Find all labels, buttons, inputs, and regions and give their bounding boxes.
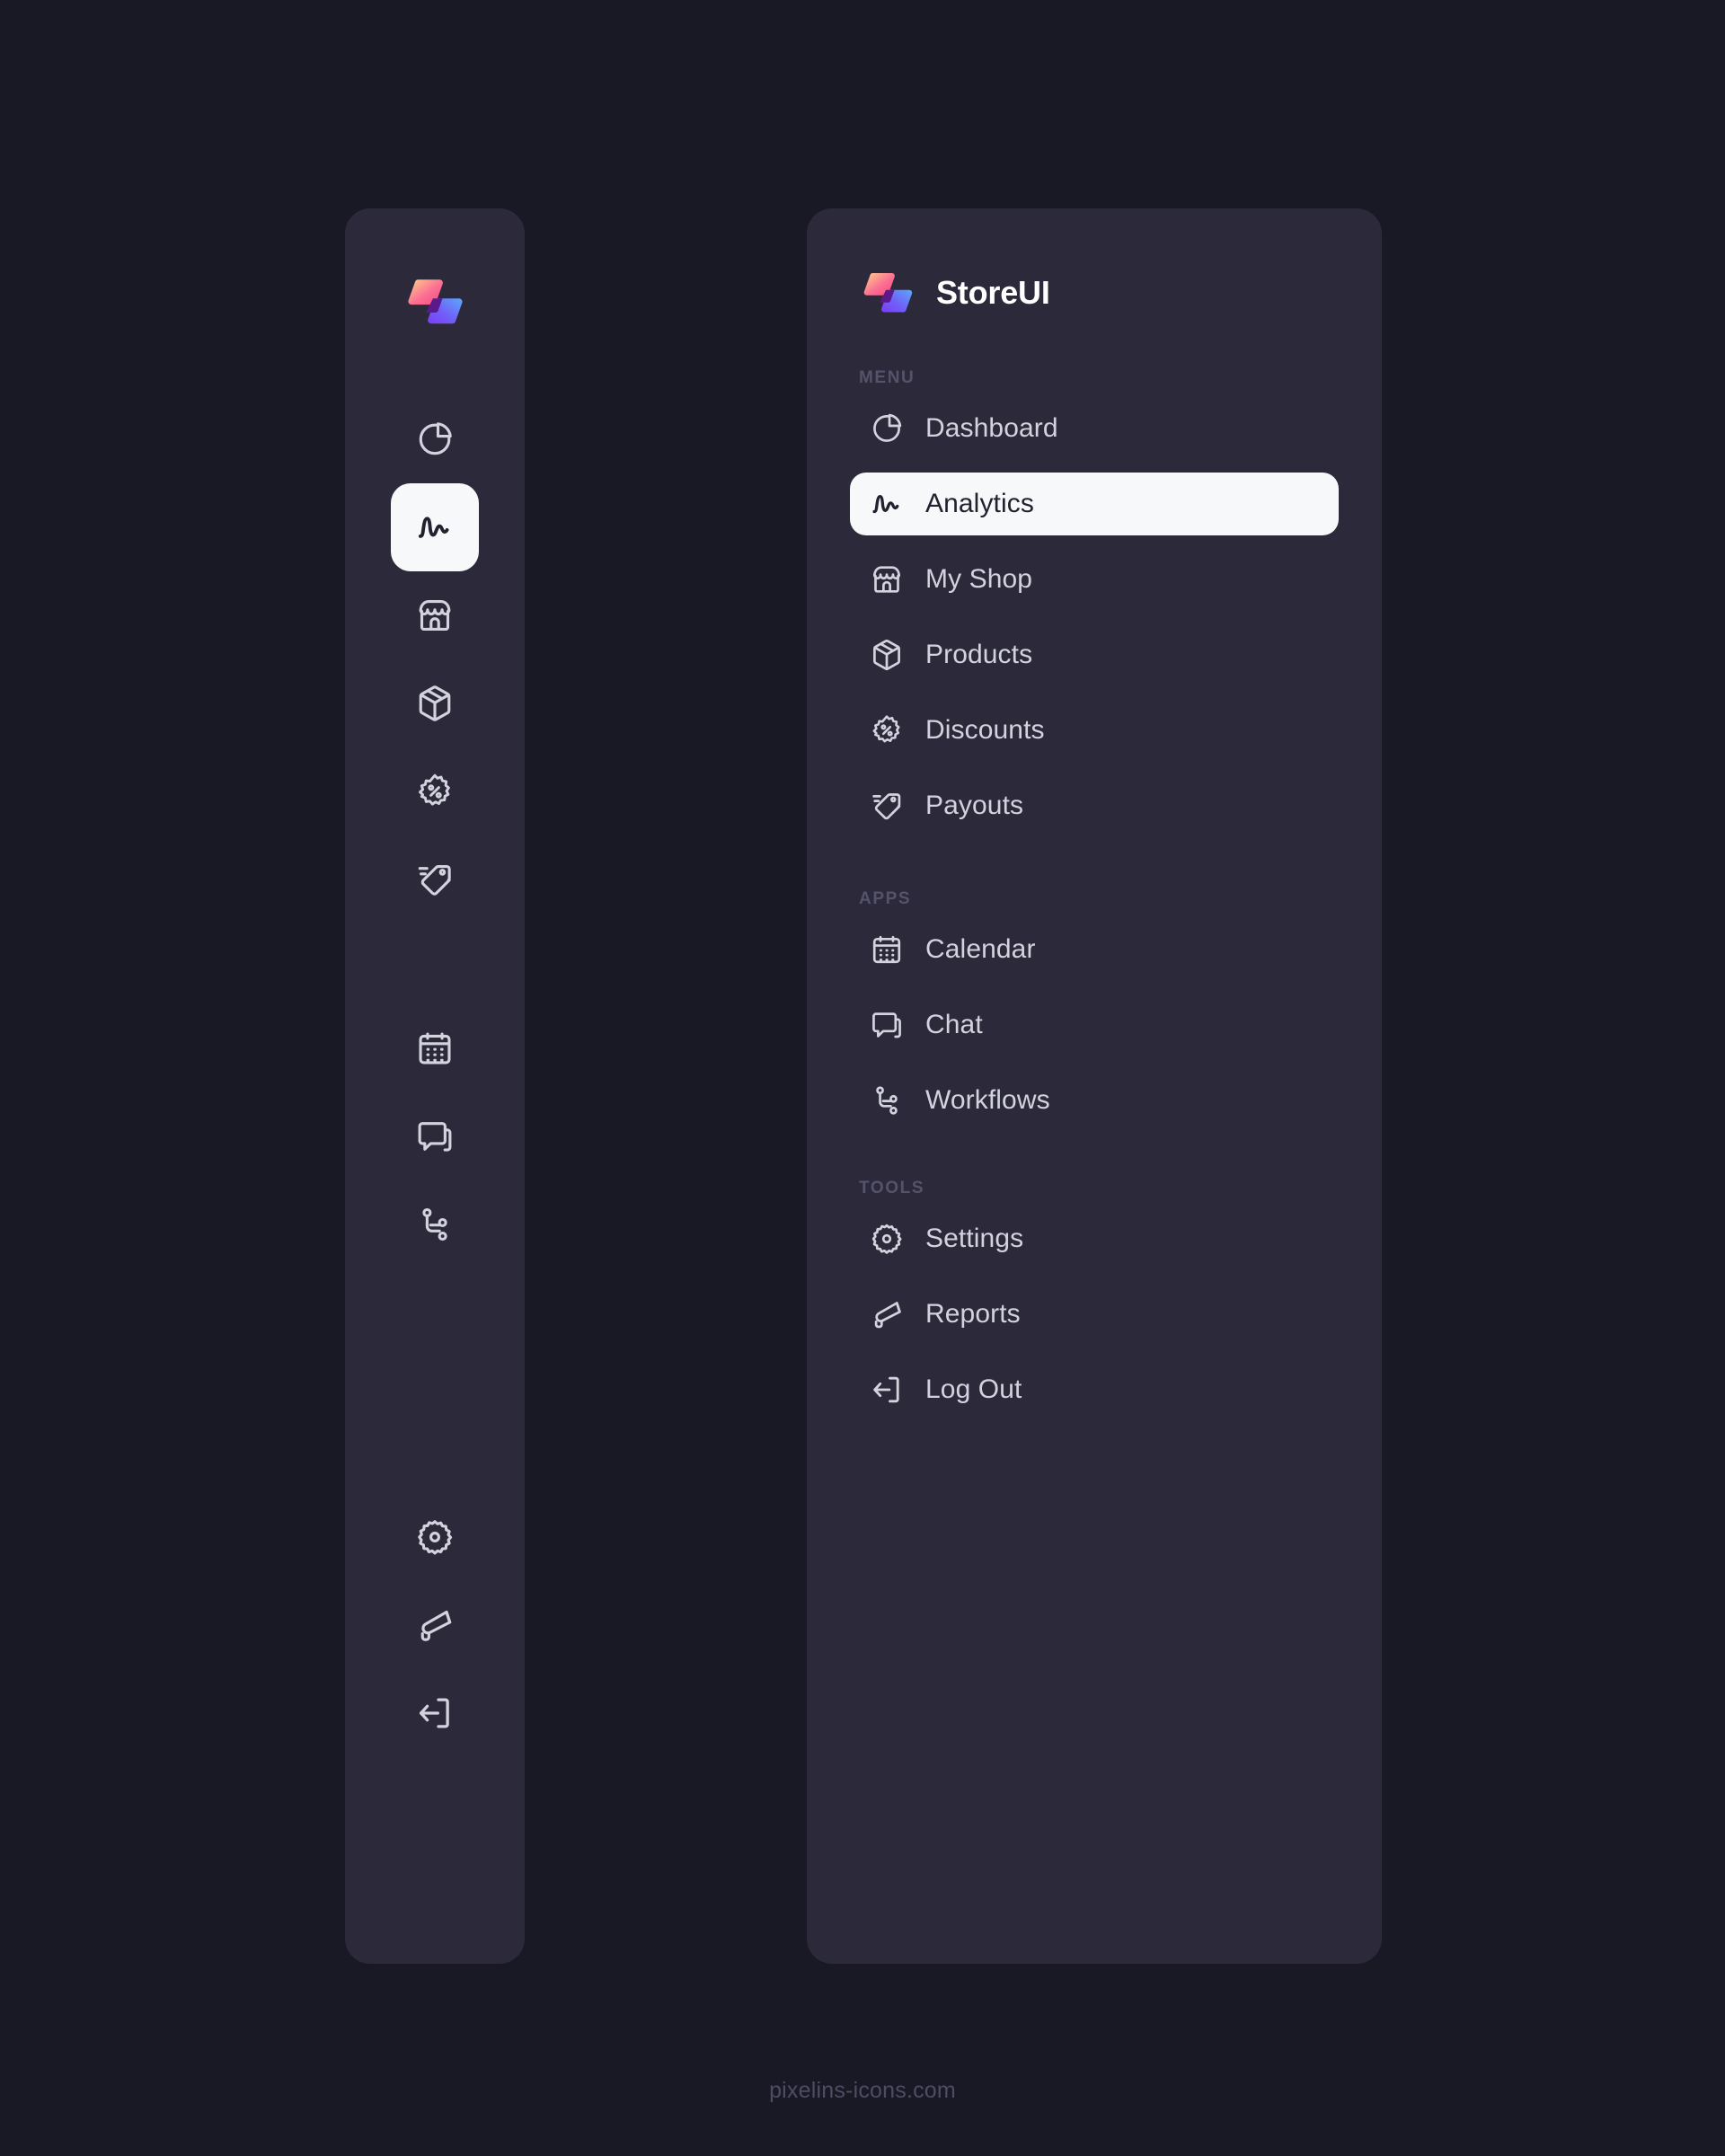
- price-tag-icon: [870, 789, 904, 823]
- megaphone-icon: [870, 1297, 904, 1331]
- rail-item-workflows[interactable]: [391, 1180, 479, 1268]
- sidebar-item-label: Chat: [925, 1010, 983, 1039]
- logout-arrow-icon: [870, 1373, 904, 1407]
- nav-list-tools: Settings Reports Log Out: [850, 1207, 1339, 1421]
- collapsed-icon-rail: [345, 208, 525, 1964]
- rail-item-settings[interactable]: [391, 1493, 479, 1581]
- sidebar-item-label: My Shop: [925, 564, 1033, 594]
- footer-watermark: pixelins-icons.com: [769, 2078, 956, 2103]
- expanded-sidebar-panel: StoreUI MENU Dashboard Analytics My Shop Pr…: [807, 208, 1382, 1964]
- activity-wave-icon: [870, 487, 904, 521]
- rail-item-log-out[interactable]: [391, 1669, 479, 1757]
- nav-list-apps: Calendar Chat Workflows: [850, 918, 1339, 1132]
- rail-logo[interactable]: [402, 270, 467, 334]
- rail-group-tools: [391, 1493, 479, 1757]
- rail-item-analytics[interactable]: [391, 483, 479, 571]
- package-box-icon: [415, 684, 455, 723]
- sidebar-item-label: Analytics: [925, 489, 1034, 518]
- sidebar-item-label: Calendar: [925, 934, 1036, 964]
- gear-icon: [415, 1517, 455, 1557]
- sidebar-item-analytics[interactable]: Analytics: [850, 473, 1339, 535]
- rail-item-chat[interactable]: [391, 1092, 479, 1180]
- brand[interactable]: StoreUI: [850, 261, 1339, 325]
- workflow-branch-icon: [870, 1083, 904, 1118]
- rail-group-apps: [391, 1004, 479, 1268]
- rail-item-dashboard[interactable]: [391, 395, 479, 483]
- storeui-logo-mark-icon: [402, 270, 467, 334]
- sidebar-item-label: Payouts: [925, 791, 1024, 820]
- price-tag-icon: [415, 860, 455, 899]
- section-label-menu: MENU: [859, 368, 916, 387]
- sidebar-item-calendar[interactable]: Calendar: [850, 918, 1339, 981]
- pie-chart-icon: [870, 411, 904, 446]
- sidebar-item-workflows[interactable]: Workflows: [850, 1069, 1339, 1132]
- sidebar-item-label: Products: [925, 640, 1033, 669]
- discount-badge-icon: [415, 772, 455, 811]
- rail-group-menu: [391, 395, 479, 923]
- storefront-icon: [870, 562, 904, 596]
- sidebar-item-label: Dashboard: [925, 413, 1058, 443]
- app-root: StoreUI MENU Dashboard Analytics My Shop Pr…: [0, 0, 1725, 2156]
- discount-badge-icon: [870, 713, 904, 747]
- pie-chart-icon: [415, 420, 455, 459]
- sidebar-item-label: Settings: [925, 1224, 1024, 1253]
- sidebar-item-log-out[interactable]: Log Out: [850, 1358, 1339, 1421]
- activity-wave-icon: [415, 508, 455, 547]
- sidebar-item-label: Discounts: [925, 715, 1045, 745]
- megaphone-icon: [415, 1605, 455, 1645]
- sidebar-item-products[interactable]: Products: [850, 623, 1339, 686]
- storeui-logo-mark-icon: [859, 264, 916, 322]
- rail-item-my-shop[interactable]: [391, 571, 479, 659]
- rail-item-calendar[interactable]: [391, 1004, 479, 1092]
- logout-arrow-icon: [415, 1693, 455, 1733]
- sidebar-item-reports[interactable]: Reports: [850, 1283, 1339, 1346]
- sidebar-item-discounts[interactable]: Discounts: [850, 699, 1339, 762]
- section-label-apps: APPS: [859, 889, 912, 908]
- calendar-icon: [415, 1029, 455, 1068]
- nav-list-menu: Dashboard Analytics My Shop Products Discoun…: [850, 397, 1339, 837]
- workflow-branch-icon: [415, 1205, 455, 1244]
- rail-item-reports[interactable]: [391, 1581, 479, 1669]
- calendar-icon: [870, 932, 904, 967]
- gear-icon: [870, 1222, 904, 1256]
- chat-bubbles-icon: [415, 1117, 455, 1156]
- sidebar-item-chat[interactable]: Chat: [850, 994, 1339, 1056]
- sidebar-item-payouts[interactable]: Payouts: [850, 774, 1339, 837]
- package-box-icon: [870, 638, 904, 672]
- section-label-tools: TOOLS: [859, 1179, 925, 1197]
- app-title: StoreUI: [936, 274, 1050, 311]
- sidebar-item-dashboard[interactable]: Dashboard: [850, 397, 1339, 460]
- sidebar-item-settings[interactable]: Settings: [850, 1207, 1339, 1270]
- rail-item-discounts[interactable]: [391, 747, 479, 835]
- sidebar-item-my-shop[interactable]: My Shop: [850, 548, 1339, 611]
- sidebar-item-label: Workflows: [925, 1085, 1050, 1115]
- sidebar-item-label: Log Out: [925, 1374, 1022, 1404]
- chat-bubbles-icon: [870, 1008, 904, 1042]
- storefront-icon: [415, 596, 455, 635]
- sidebar-item-label: Reports: [925, 1299, 1021, 1329]
- rail-item-payouts[interactable]: [391, 835, 479, 923]
- rail-item-products[interactable]: [391, 659, 479, 747]
